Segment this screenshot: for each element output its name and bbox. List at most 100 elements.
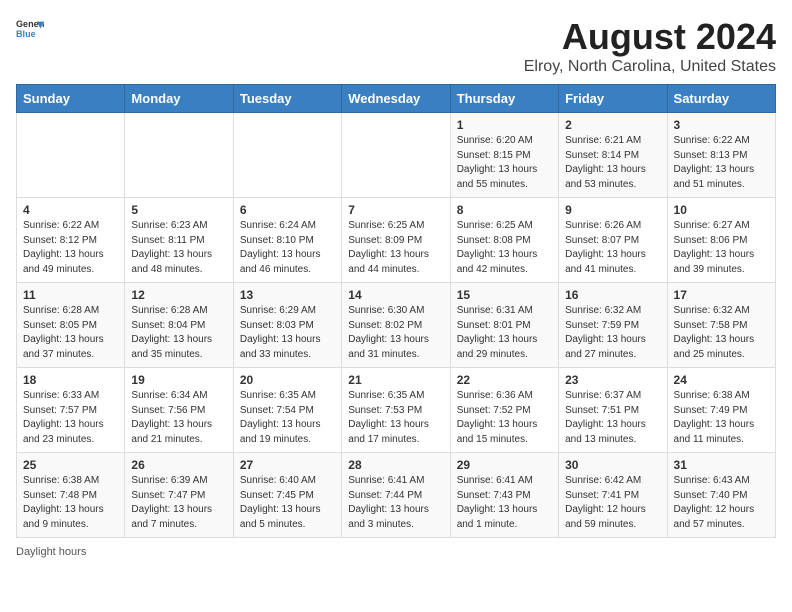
calendar-week-row: 1 Sunrise: 6:20 AM Sunset: 8:15 PM Daylig… <box>17 113 776 198</box>
day-info: Sunrise: 6:39 AM Sunset: 7:47 PM Dayligh… <box>131 474 226 532</box>
calendar-day-3: 3Sunrise: 6:22 AM Sunset: 8:13 PM Daylig… <box>667 113 775 198</box>
calendar-day-24: 24Sunrise: 6:38 AM Sunset: 7:49 PM Dayli… <box>667 368 775 453</box>
day-number: 15 <box>457 288 552 302</box>
day-number: 10 <box>674 203 769 217</box>
day-info: Sunrise: 6:37 AM Sunset: 7:51 PM Dayligh… <box>565 389 660 447</box>
calendar-day-header-friday: Friday <box>559 85 667 113</box>
day-number: 1 <box>457 118 552 132</box>
calendar-day-18: 18Sunrise: 6:33 AM Sunset: 7:57 PM Dayli… <box>17 368 125 453</box>
calendar-week-row: 11 Sunrise: 6:28 AM Sunset: 8:05 PM Dayli… <box>17 283 776 368</box>
day-number: 16 <box>565 288 660 302</box>
day-info: Sunrise: 6:30 AM Sunset: 8:02 PM Dayligh… <box>348 304 443 362</box>
calendar-week-row: 25Sunrise: 6:38 AM Sunset: 7:48 PM Dayli… <box>17 453 776 538</box>
day-info: Sunrise: 6:40 AM Sunset: 7:45 PM Dayligh… <box>240 474 335 532</box>
calendar-day-14: 14 Sunrise: 6:30 AM Sunset: 8:02 PM Dayli… <box>342 283 450 368</box>
calendar-empty-cell <box>342 113 450 198</box>
logo: General Blue <box>16 16 44 44</box>
footer-note: Daylight hours <box>16 546 776 558</box>
main-title: August 2024 <box>524 16 776 58</box>
calendar-day-15: 15Sunrise: 6:31 AM Sunset: 8:01 PM Dayli… <box>450 283 558 368</box>
calendar-day-30: 30 Sunrise: 6:42 AM Sunset: 7:41 PM Dayli… <box>559 453 667 538</box>
day-info: Sunrise: 6:28 AM Sunset: 8:04 PM Dayligh… <box>131 304 226 362</box>
day-number: 27 <box>240 458 335 472</box>
calendar-day-27: 27 Sunrise: 6:40 AM Sunset: 7:45 PM Dayli… <box>233 453 341 538</box>
page-header: General Blue August 2024 Elroy, North Ca… <box>16 16 776 76</box>
day-info: Sunrise: 6:27 AM Sunset: 8:06 PM Dayligh… <box>674 219 769 277</box>
calendar-day-header-sunday: Sunday <box>17 85 125 113</box>
calendar-day-6: 6Sunrise: 6:24 AM Sunset: 8:10 PM Daylig… <box>233 198 341 283</box>
day-number: 30 <box>565 458 660 472</box>
calendar-day-12: 12 Sunrise: 6:28 AM Sunset: 8:04 PM Dayli… <box>125 283 233 368</box>
day-info: Sunrise: 6:41 AM Sunset: 7:44 PM Dayligh… <box>348 474 443 532</box>
svg-text:Blue: Blue <box>16 29 36 39</box>
day-number: 5 <box>131 203 226 217</box>
day-number: 22 <box>457 373 552 387</box>
calendar-day-header-saturday: Saturday <box>667 85 775 113</box>
day-number: 24 <box>674 373 769 387</box>
calendar-day-13: 13 Sunrise: 6:29 AM Sunset: 8:03 PM Dayli… <box>233 283 341 368</box>
calendar-day-header-wednesday: Wednesday <box>342 85 450 113</box>
calendar-day-11: 11 Sunrise: 6:28 AM Sunset: 8:05 PM Dayli… <box>17 283 125 368</box>
day-number: 26 <box>131 458 226 472</box>
calendar-day-29: 29 Sunrise: 6:41 AM Sunset: 7:43 PM Dayli… <box>450 453 558 538</box>
day-number: 17 <box>674 288 769 302</box>
day-number: 12 <box>131 288 226 302</box>
day-number: 25 <box>23 458 118 472</box>
day-number: 29 <box>457 458 552 472</box>
calendar-table: SundayMondayTuesdayWednesdayThursdayFrid… <box>16 84 776 538</box>
calendar-day-21: 21Sunrise: 6:35 AM Sunset: 7:53 PM Dayli… <box>342 368 450 453</box>
day-info: Sunrise: 6:29 AM Sunset: 8:03 PM Dayligh… <box>240 304 335 362</box>
day-number: 13 <box>240 288 335 302</box>
day-number: 8 <box>457 203 552 217</box>
day-number: 31 <box>674 458 769 472</box>
day-info: Sunrise: 6:34 AM Sunset: 7:56 PM Dayligh… <box>131 389 226 447</box>
day-info: Sunrise: 6:41 AM Sunset: 7:43 PM Dayligh… <box>457 474 552 532</box>
day-number: 4 <box>23 203 118 217</box>
calendar-day-2: 2Sunrise: 6:21 AM Sunset: 8:14 PM Daylig… <box>559 113 667 198</box>
day-number: 19 <box>131 373 226 387</box>
day-info: Sunrise: 6:21 AM Sunset: 8:14 PM Dayligh… <box>565 134 660 192</box>
calendar-day-28: 28 Sunrise: 6:41 AM Sunset: 7:44 PM Dayli… <box>342 453 450 538</box>
calendar-day-header-monday: Monday <box>125 85 233 113</box>
day-number: 28 <box>348 458 443 472</box>
day-info: Sunrise: 6:25 AM Sunset: 8:08 PM Dayligh… <box>457 219 552 277</box>
day-info: Sunrise: 6:22 AM Sunset: 8:13 PM Dayligh… <box>674 134 769 192</box>
calendar-empty-cell <box>125 113 233 198</box>
calendar-day-26: 26 Sunrise: 6:39 AM Sunset: 7:47 PM Dayli… <box>125 453 233 538</box>
day-info: Sunrise: 6:42 AM Sunset: 7:41 PM Dayligh… <box>565 474 660 532</box>
calendar-day-header-tuesday: Tuesday <box>233 85 341 113</box>
calendar-empty-cell <box>17 113 125 198</box>
day-info: Sunrise: 6:28 AM Sunset: 8:05 PM Dayligh… <box>23 304 118 362</box>
calendar-day-10: 10 Sunrise: 6:27 AM Sunset: 8:06 PM Dayli… <box>667 198 775 283</box>
day-number: 7 <box>348 203 443 217</box>
day-info: Sunrise: 6:25 AM Sunset: 8:09 PM Dayligh… <box>348 219 443 277</box>
day-number: 18 <box>23 373 118 387</box>
day-info: Sunrise: 6:32 AM Sunset: 7:58 PM Dayligh… <box>674 304 769 362</box>
day-number: 9 <box>565 203 660 217</box>
day-info: Sunrise: 6:36 AM Sunset: 7:52 PM Dayligh… <box>457 389 552 447</box>
calendar-day-19: 19 Sunrise: 6:34 AM Sunset: 7:56 PM Dayli… <box>125 368 233 453</box>
calendar-day-7: 7 Sunrise: 6:25 AM Sunset: 8:09 PM Daylig… <box>342 198 450 283</box>
calendar-day-25: 25Sunrise: 6:38 AM Sunset: 7:48 PM Dayli… <box>17 453 125 538</box>
day-info: Sunrise: 6:20 AM Sunset: 8:15 PM Dayligh… <box>457 134 552 192</box>
day-number: 20 <box>240 373 335 387</box>
day-info: Sunrise: 6:43 AM Sunset: 7:40 PM Dayligh… <box>674 474 769 532</box>
day-number: 14 <box>348 288 443 302</box>
calendar-day-20: 20 Sunrise: 6:35 AM Sunset: 7:54 PM Dayli… <box>233 368 341 453</box>
calendar-day-8: 8 Sunrise: 6:25 AM Sunset: 8:08 PM Daylig… <box>450 198 558 283</box>
day-number: 11 <box>23 288 118 302</box>
calendar-day-17: 17 Sunrise: 6:32 AM Sunset: 7:58 PM Dayli… <box>667 283 775 368</box>
calendar-day-16: 16 Sunrise: 6:32 AM Sunset: 7:59 PM Dayli… <box>559 283 667 368</box>
calendar-header-row: SundayMondayTuesdayWednesdayThursdayFrid… <box>17 85 776 113</box>
calendar-day-9: 9Sunrise: 6:26 AM Sunset: 8:07 PM Daylig… <box>559 198 667 283</box>
calendar-day-31: 31 Sunrise: 6:43 AM Sunset: 7:40 PM Dayli… <box>667 453 775 538</box>
calendar-day-5: 5 Sunrise: 6:23 AM Sunset: 8:11 PM Daylig… <box>125 198 233 283</box>
day-info: Sunrise: 6:23 AM Sunset: 8:11 PM Dayligh… <box>131 219 226 277</box>
day-info: Sunrise: 6:32 AM Sunset: 7:59 PM Dayligh… <box>565 304 660 362</box>
logo-icon: General Blue <box>16 16 44 44</box>
calendar-day-header-thursday: Thursday <box>450 85 558 113</box>
day-info: Sunrise: 6:22 AM Sunset: 8:12 PM Dayligh… <box>23 219 118 277</box>
day-number: 6 <box>240 203 335 217</box>
day-info: Sunrise: 6:35 AM Sunset: 7:54 PM Dayligh… <box>240 389 335 447</box>
title-block: August 2024 Elroy, North Carolina, Unite… <box>524 16 776 76</box>
